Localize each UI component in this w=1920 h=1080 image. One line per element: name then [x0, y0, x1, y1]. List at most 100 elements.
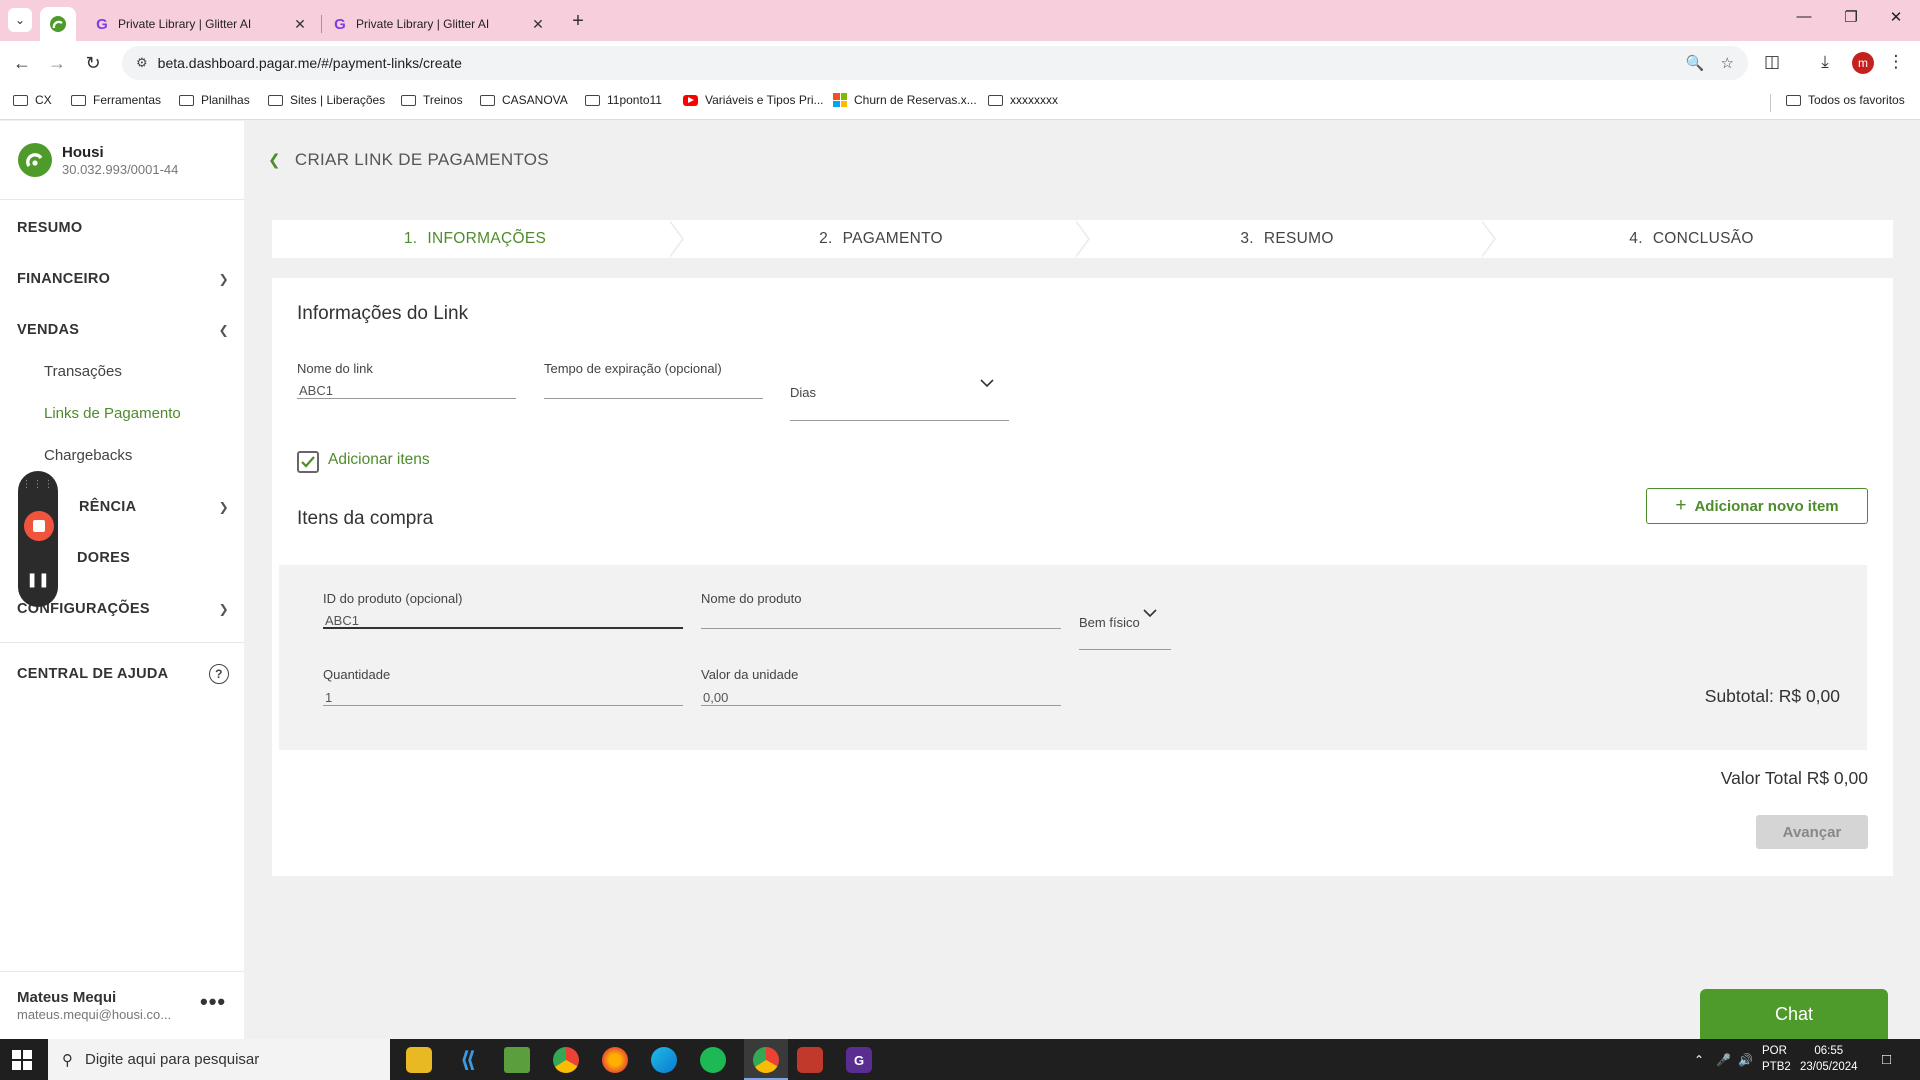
sidebar-subitem-transacoes[interactable]: Transações [44, 363, 122, 380]
link-name-input[interactable]: ABC1 [299, 383, 333, 398]
bookmark-label: Sites | Liberações [290, 93, 386, 107]
page-title: CRIAR LINK DE PAGAMENTOS [294, 150, 549, 169]
expiration-unit-underline [790, 420, 1009, 421]
game-app-icon[interactable] [797, 1047, 823, 1073]
record-stop-button[interactable] [24, 511, 54, 541]
drag-handle-icon[interactable]: ⋮⋮⋮ [18, 479, 58, 490]
bookmark-item[interactable]: xxxxxxxx [988, 93, 1058, 107]
sidebar-divider [0, 971, 244, 972]
extensions-puzzle-icon[interactable]: ◫ [1760, 52, 1784, 72]
bookmark-item[interactable]: Treinos [401, 93, 463, 107]
chrome-profile-icon[interactable] [753, 1047, 779, 1073]
quantity-input[interactable]: 1 [325, 690, 332, 705]
advance-button[interactable]: Avançar [1756, 815, 1868, 849]
node-icon[interactable] [504, 1047, 530, 1073]
chat-button[interactable]: Chat [1700, 989, 1888, 1039]
add-items-checkbox[interactable] [297, 451, 319, 473]
kebab-menu-icon[interactable]: ⋮ [1884, 52, 1908, 72]
quantity-label: Quantidade [323, 667, 391, 682]
pause-icon[interactable]: ❚❚ [18, 571, 58, 588]
product-id-underline [323, 627, 683, 629]
url-omnibox[interactable]: ⚙ beta.dashboard.pagar.me/#/payment-link… [122, 46, 1748, 80]
site-settings-icon[interactable]: ⚙ [136, 55, 148, 71]
all-bookmarks[interactable]: Todos os favoritos [1786, 93, 1905, 107]
glitter-app-icon[interactable]: G [846, 1047, 872, 1073]
product-type-select[interactable]: Bem físico [1079, 615, 1140, 630]
forward-arrow-icon[interactable]: → [44, 50, 70, 76]
add-new-item-button[interactable]: + Adicionar novo item [1646, 488, 1868, 524]
clock[interactable]: 06:55 23/05/2024 [1800, 1043, 1858, 1075]
windows-start-icon[interactable] [12, 1050, 32, 1070]
sidebar-item-vendas[interactable]: VENDAS ❮ [17, 322, 229, 338]
sidebar-item-central-ajuda[interactable]: CENTRAL DE AJUDA ? [17, 664, 229, 684]
bookmark-label: Planilhas [201, 93, 250, 107]
tab-search-chevron-icon[interactable]: ⌄ [8, 8, 32, 32]
user-more-icon[interactable]: ••• [200, 989, 226, 1015]
company-header[interactable]: Housi 30.032.993/0001-44 [18, 143, 178, 177]
back-arrow-icon[interactable]: ← [9, 50, 35, 76]
folder-icon [480, 94, 495, 106]
bookmarks-separator [1770, 94, 1771, 112]
sidebar-item-label: VENDAS [17, 322, 80, 338]
notification-icon[interactable]: □ [1882, 1039, 1891, 1080]
close-icon[interactable]: ✕ [529, 16, 547, 33]
sidebar-item-resumo[interactable]: RESUMO [17, 220, 229, 236]
expiration-label: Tempo de expiração (opcional) [544, 361, 722, 376]
profile-avatar[interactable]: m [1852, 52, 1874, 74]
tab-glitter-2[interactable]: G Private Library | Glitter AI ✕ [322, 7, 557, 41]
add-new-item-label: Adicionar novo item [1694, 497, 1839, 515]
reload-icon[interactable]: ↻ [80, 50, 106, 76]
search-icon: ⚲ [62, 1051, 73, 1069]
add-items-label[interactable]: Adicionar itens [328, 451, 430, 469]
bookmark-item[interactable]: 11ponto11 [585, 93, 662, 107]
company-cnpj: 30.032.993/0001-44 [62, 161, 179, 177]
sidebar-subitem-chargebacks[interactable]: Chargebacks [44, 447, 132, 464]
tray-chevron-up-icon[interactable]: ⌃ [1694, 1039, 1704, 1080]
window-close-icon[interactable]: ✕ [1876, 8, 1916, 32]
bookmark-item[interactable]: Planilhas [179, 93, 250, 107]
microphone-icon[interactable]: 🎤 [1716, 1039, 1731, 1080]
file-explorer-icon[interactable] [406, 1047, 432, 1073]
close-icon[interactable]: ✕ [291, 16, 309, 33]
taskbar-search[interactable]: ⚲ Digite aqui para pesquisar [48, 1039, 390, 1080]
tab-pinned-housi[interactable] [40, 7, 76, 41]
bookmark-item[interactable]: Ferramentas [71, 93, 161, 107]
bookmark-star-icon[interactable]: ☆ [1721, 54, 1734, 72]
download-icon[interactable]: ⤓ [1813, 52, 1837, 72]
sidebar-item-financeiro[interactable]: FINANCEIRO ❯ [17, 271, 229, 287]
user-name: Mateus Mequi [17, 989, 117, 1006]
restore-icon[interactable]: ❐ [1831, 8, 1871, 32]
clock-date: 23/05/2024 [1800, 1061, 1858, 1073]
edge-icon[interactable] [651, 1047, 677, 1073]
firefox-icon[interactable] [602, 1047, 628, 1073]
language-code: POR [1762, 1045, 1787, 1057]
zoom-icon[interactable]: 🔍 [1686, 54, 1705, 72]
bookmark-label: Churn de Reservas.x... [854, 93, 977, 107]
chrome-icon[interactable] [553, 1047, 579, 1073]
link-name-underline [297, 398, 516, 399]
product-id-input[interactable]: ABC1 [325, 613, 359, 628]
chevron-down-icon[interactable] [980, 376, 994, 391]
sidebar-subitem-links-pagamento[interactable]: Links de Pagamento [44, 405, 181, 422]
windows-taskbar: ⚲ Digite aqui para pesquisar ⟪ G ⌃ 🎤 🔊 P… [0, 1039, 1920, 1080]
language-indicator[interactable]: POR PTB2 [1762, 1043, 1791, 1075]
unit-value-input[interactable]: 0,00 [703, 690, 728, 705]
new-tab-plus-icon[interactable]: + [566, 10, 590, 33]
bookmark-item[interactable]: CX [13, 93, 52, 107]
bookmark-item[interactable]: Sites | Liberações [268, 93, 385, 107]
chevron-down-icon[interactable] [1143, 606, 1157, 621]
vscode-icon[interactable]: ⟪ [455, 1047, 481, 1073]
sidebar-item-label: DORES [77, 550, 131, 566]
bookmark-item[interactable]: CASANOVA [480, 93, 568, 107]
back-link[interactable]: ❮ CRIAR LINK DE PAGAMENTOS [268, 150, 549, 170]
speaker-icon[interactable]: 🔊 [1738, 1039, 1753, 1080]
minimize-icon[interactable]: — [1784, 8, 1824, 32]
bookmark-item[interactable]: Variáveis e Tipos Pri... [683, 93, 824, 107]
bookmark-label: Treinos [423, 93, 463, 107]
spotify-icon[interactable] [700, 1047, 726, 1073]
tab-title: Private Library | Glitter AI [118, 17, 252, 31]
item-panel [279, 565, 1867, 750]
bookmark-item[interactable]: Churn de Reservas.x... [833, 93, 977, 107]
tab-glitter-1[interactable]: G Private Library | Glitter AI ✕ [84, 7, 319, 41]
expiration-unit-select[interactable]: Dias [790, 385, 816, 400]
